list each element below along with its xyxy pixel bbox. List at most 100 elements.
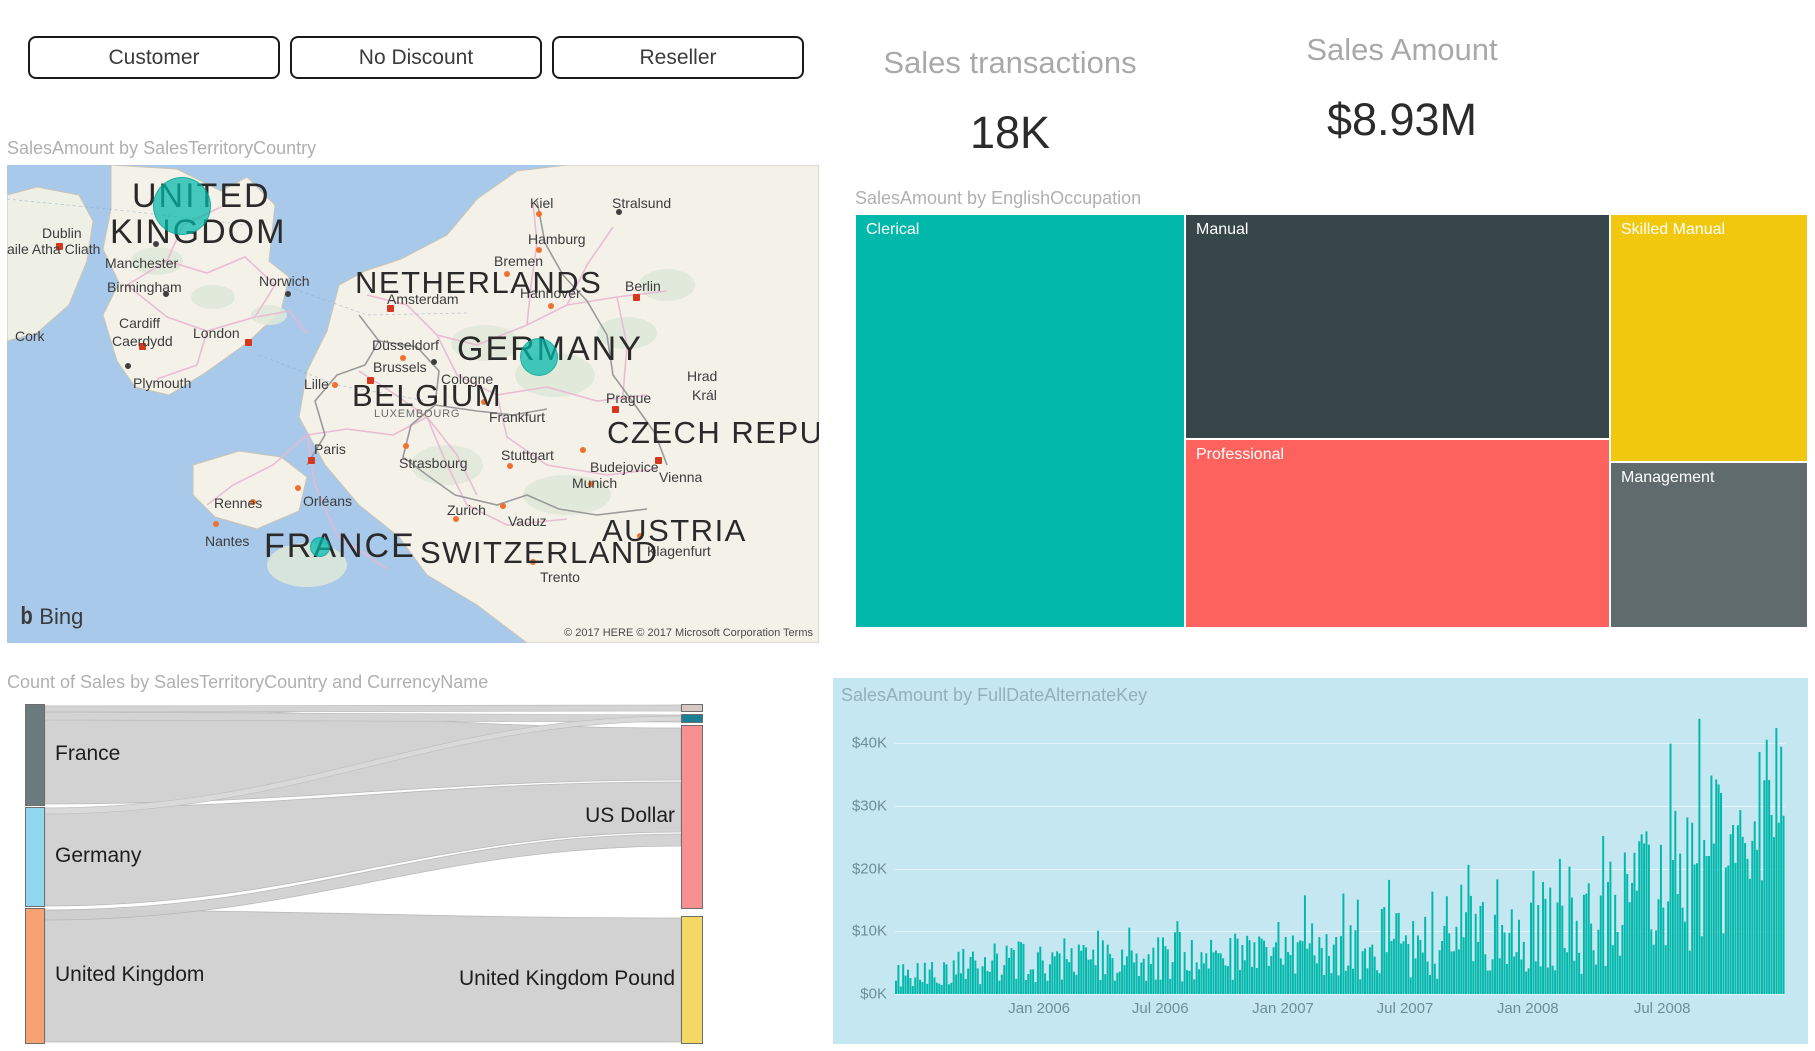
chart-bar[interactable]	[1118, 971, 1121, 994]
chart-bar[interactable]	[1104, 974, 1107, 994]
chart-bar[interactable]	[1558, 858, 1561, 994]
chart-bar[interactable]	[1053, 956, 1056, 994]
map-data-bubble[interactable]	[520, 338, 558, 376]
chart-bar[interactable]	[1082, 945, 1085, 994]
chart-bar[interactable]	[1679, 853, 1682, 994]
chart-bar[interactable]	[1602, 836, 1605, 994]
chart-bar[interactable]	[1063, 938, 1066, 994]
chart-bar[interactable]	[1142, 958, 1145, 994]
chart-bar[interactable]	[979, 984, 982, 994]
chart-bar[interactable]	[1484, 954, 1487, 994]
chart-bar[interactable]	[1462, 937, 1465, 994]
chart-bar[interactable]	[911, 985, 914, 994]
chart-bar[interactable]	[1527, 968, 1530, 994]
chart-bar[interactable]	[1376, 970, 1379, 994]
chart-bar[interactable]	[1301, 941, 1304, 994]
chart-bar[interactable]	[1056, 951, 1059, 994]
chart-bar[interactable]	[1145, 980, 1148, 994]
map-data-bubble[interactable]	[310, 537, 330, 557]
chart-bar[interactable]	[1691, 822, 1694, 994]
chart-bar[interactable]	[1667, 901, 1670, 994]
chart-bar[interactable]	[1325, 934, 1328, 994]
chart-bar[interactable]	[1498, 958, 1501, 994]
chart-bar[interactable]	[938, 983, 941, 994]
chart-bar[interactable]	[1388, 879, 1391, 994]
chart-bar[interactable]	[1147, 954, 1150, 994]
chart-bar[interactable]	[1508, 932, 1511, 994]
chart-bar[interactable]	[1616, 931, 1619, 994]
chart-bar[interactable]	[1770, 814, 1773, 994]
chart-bar[interactable]	[1207, 968, 1210, 995]
chart-bar[interactable]	[1551, 965, 1554, 994]
chart-bar[interactable]	[1224, 965, 1227, 994]
chart-bar[interactable]	[1556, 902, 1559, 994]
chart-bar[interactable]	[1407, 943, 1410, 994]
chart-bar[interactable]	[1282, 964, 1285, 994]
chart-bar[interactable]	[1683, 921, 1686, 994]
chart-bar[interactable]	[1368, 947, 1371, 994]
chart-bar[interactable]	[1385, 952, 1388, 994]
chart-bar[interactable]	[1496, 879, 1499, 994]
chart-bar[interactable]	[1421, 952, 1424, 994]
chart-bar[interactable]	[998, 980, 1001, 994]
chart-bar[interactable]	[931, 962, 934, 994]
chart-bar[interactable]	[1696, 863, 1698, 994]
chart-bar[interactable]	[1544, 898, 1547, 994]
chart-bar[interactable]	[1034, 982, 1037, 994]
chart-bar[interactable]	[1164, 946, 1167, 994]
chart-bar[interactable]	[1318, 937, 1321, 994]
chart-bar[interactable]	[959, 973, 962, 994]
chart-bar[interactable]	[1137, 976, 1140, 994]
chart-bar[interactable]	[1198, 969, 1201, 994]
map-canvas[interactable]: Dublin aile Atha Cliath Manchester Birmingh…	[7, 165, 819, 643]
chart-bar[interactable]	[1431, 891, 1434, 994]
chart-bar[interactable]	[1479, 905, 1482, 994]
chart-bar[interactable]	[1450, 951, 1453, 994]
sankey-source-node[interactable]	[25, 704, 45, 806]
chart-bar[interactable]	[1546, 967, 1549, 994]
chart-bar[interactable]	[1619, 955, 1621, 994]
chart-bar[interactable]	[1176, 921, 1179, 994]
chart-bar[interactable]	[1060, 979, 1063, 994]
chart-bar[interactable]	[904, 975, 907, 994]
chart-bar[interactable]	[1626, 873, 1629, 994]
chart-bar[interactable]	[1621, 924, 1624, 994]
chart-bar[interactable]	[981, 966, 984, 994]
chart-bar[interactable]	[1469, 895, 1472, 994]
chart-bar[interactable]	[1419, 939, 1422, 994]
chart-bar[interactable]	[1169, 978, 1172, 994]
chart-bar[interactable]	[1404, 935, 1407, 994]
chart-bar[interactable]	[1378, 973, 1381, 994]
chart-bar[interactable]	[1371, 944, 1374, 994]
chart-bar[interactable]	[1097, 930, 1100, 994]
chart-bar[interactable]	[1474, 913, 1477, 994]
chart-bar[interactable]	[1756, 849, 1759, 994]
chart-bar[interactable]	[1075, 974, 1078, 994]
chart-bar[interactable]	[1708, 855, 1710, 994]
chart-bar[interactable]	[1443, 925, 1446, 994]
chart-bar[interactable]	[1729, 834, 1732, 994]
chart-bar[interactable]	[1703, 839, 1706, 994]
chart-bar[interactable]	[1763, 780, 1766, 994]
chart-bar[interactable]	[1212, 952, 1215, 994]
chart-bar[interactable]	[1631, 882, 1634, 994]
chart-bar[interactable]	[1575, 920, 1578, 994]
treemap-cell[interactable]: Management	[1610, 462, 1808, 628]
chart-bar[interactable]	[1113, 980, 1116, 994]
chart-bar[interactable]	[1214, 950, 1217, 994]
chart-bar[interactable]	[1260, 938, 1263, 994]
chart-bar[interactable]	[1623, 852, 1626, 994]
chart-bar[interactable]	[1594, 964, 1597, 994]
chart-bar[interactable]	[1748, 878, 1751, 994]
chart-bar[interactable]	[1294, 973, 1297, 994]
chart-bar[interactable]	[928, 969, 931, 994]
chart-bar[interactable]	[1265, 946, 1268, 994]
chart-bar[interactable]	[1272, 947, 1275, 994]
chart-bar[interactable]	[1532, 870, 1535, 994]
chart-bar[interactable]	[1094, 965, 1097, 994]
timeseries-chart-visual[interactable]: SalesAmount by FullDateAlternateKey $0K $…	[833, 678, 1808, 1044]
chart-bar[interactable]	[1580, 973, 1583, 994]
chart-bar[interactable]	[1520, 959, 1523, 994]
chart-bar[interactable]	[1087, 959, 1090, 994]
chart-bar[interactable]	[1741, 836, 1744, 994]
